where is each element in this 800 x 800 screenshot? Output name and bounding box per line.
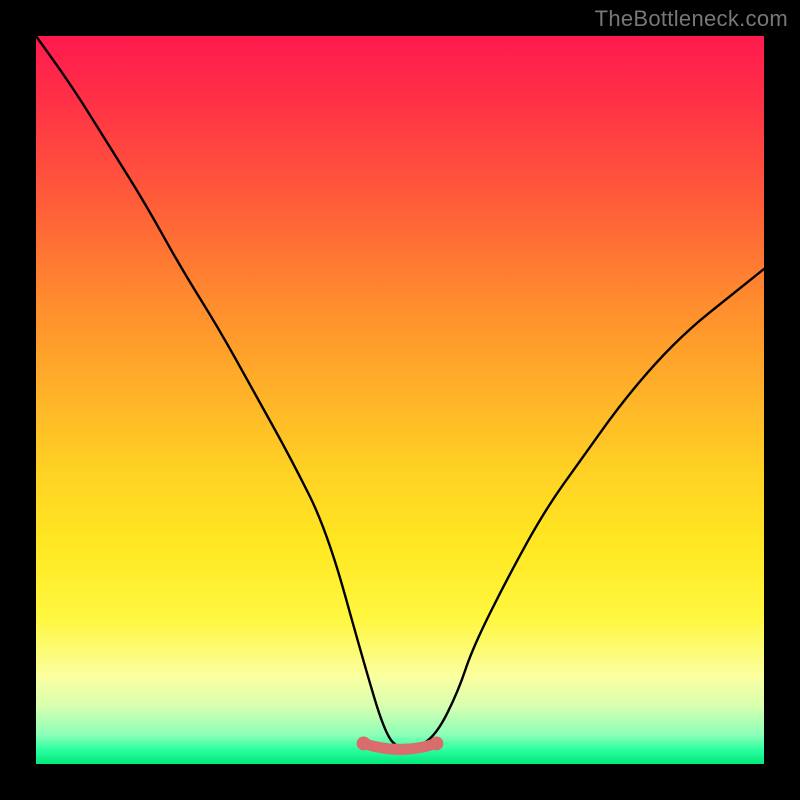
plot-area	[36, 36, 764, 764]
chart-frame: TheBottleneck.com	[0, 0, 800, 800]
highlight-dot-left	[357, 736, 371, 750]
highlight-dot-right	[429, 736, 443, 750]
curve-layer	[36, 36, 764, 764]
bottleneck-curve	[36, 36, 764, 749]
watermark-text: TheBottleneck.com	[595, 6, 788, 32]
highlight-segment	[364, 743, 437, 749]
